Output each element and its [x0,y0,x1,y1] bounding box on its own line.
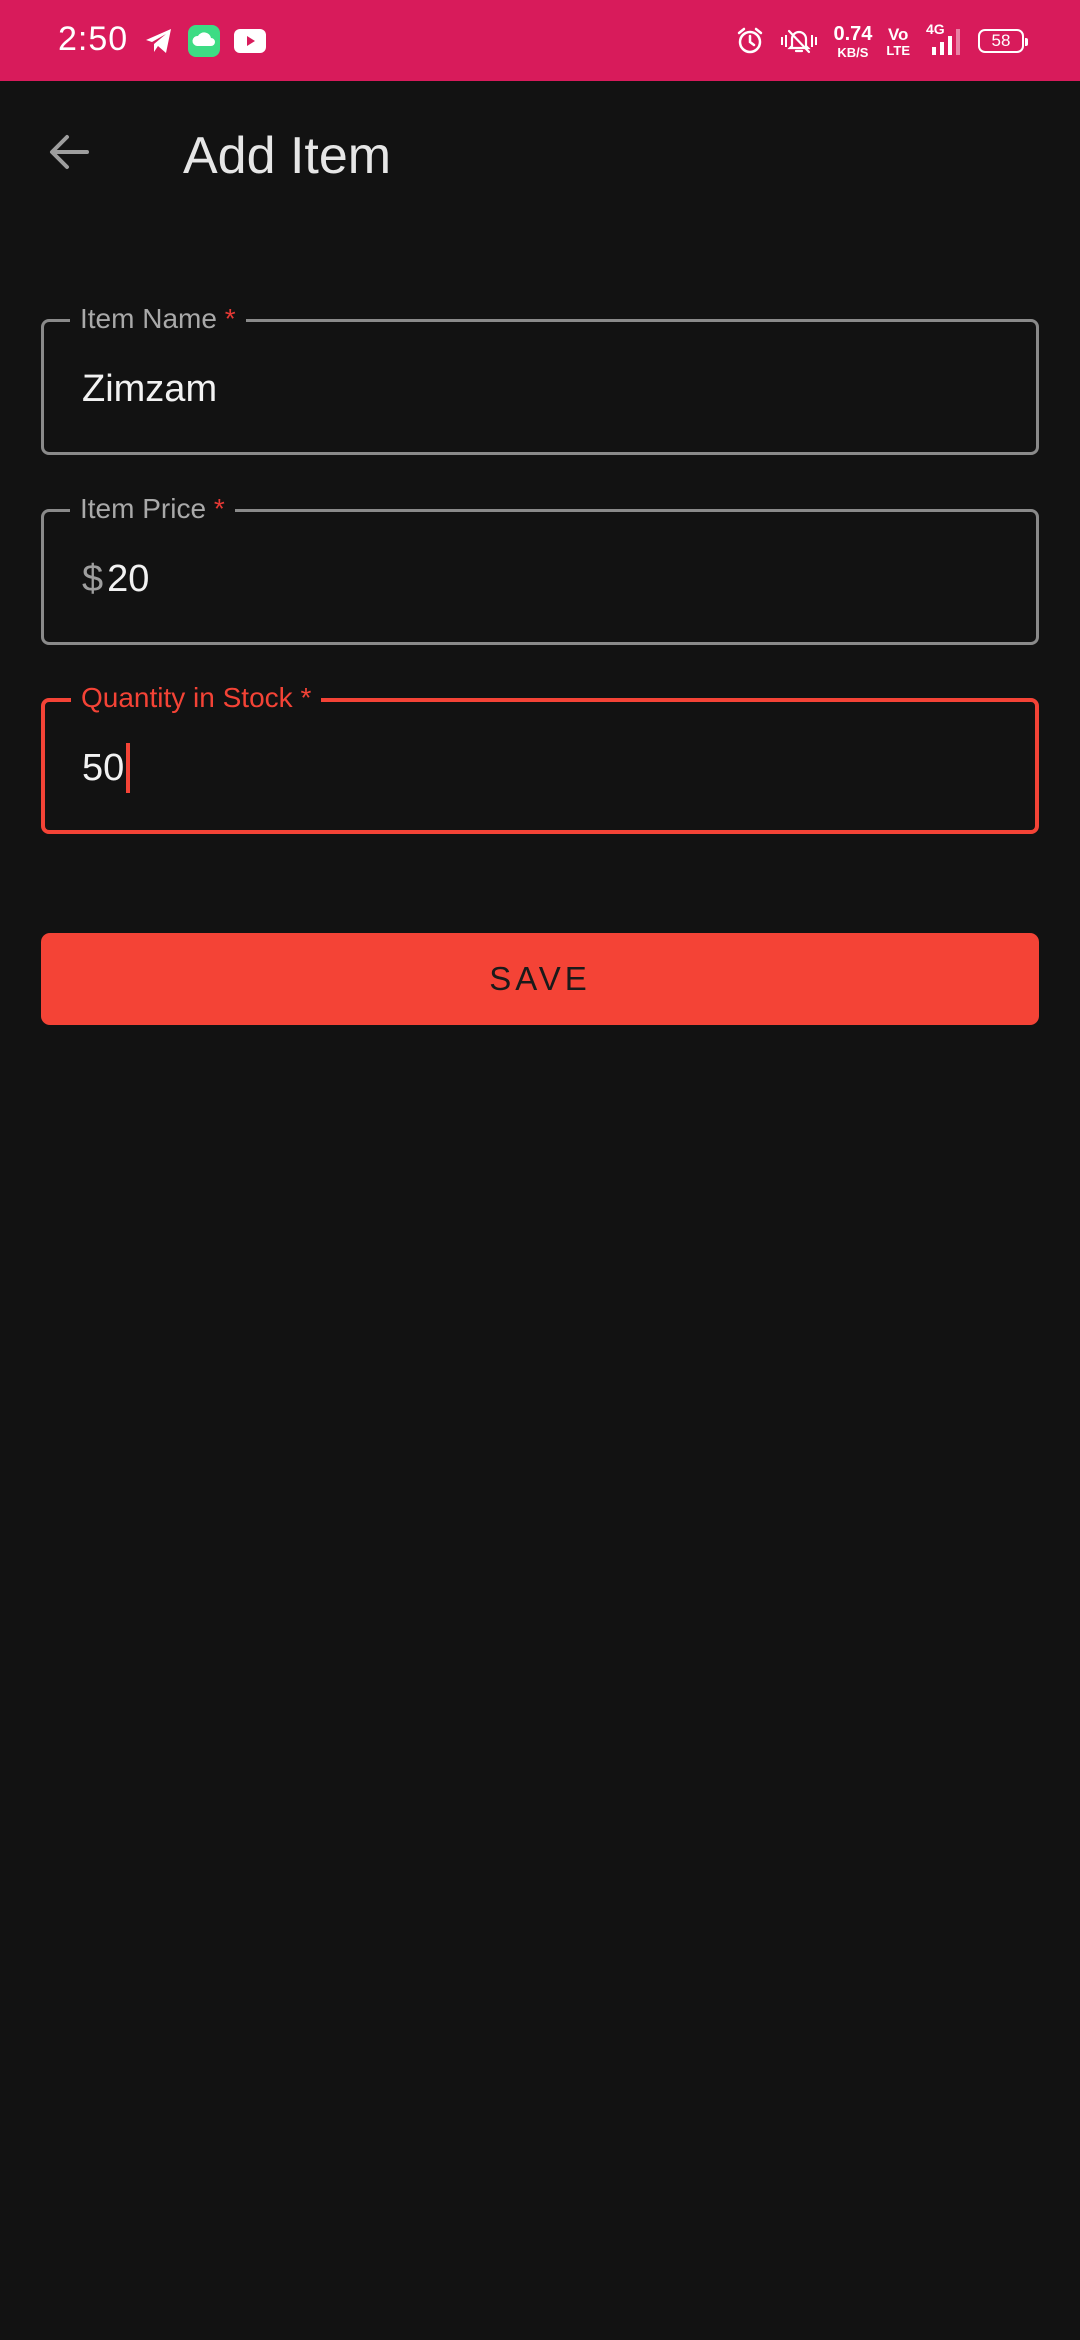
network-type: 4G [926,21,945,37]
signal-icon: 4G [924,21,964,57]
item-price-required-mark: * [213,493,225,524]
item-price-label-text: Item Price [80,493,207,524]
net-speed-value: 0.74 [833,22,873,45]
save-button[interactable]: SAVE [41,933,1039,1025]
currency-prefix: $ [82,558,104,600]
status-bar: 2:50 0.74 KB/S Vo LTE 4G 58 [0,0,1080,81]
page-title: Add Item [183,127,392,185]
telegram-icon [144,27,174,55]
item-name-field[interactable]: Item Name * Zimzam [41,300,1039,455]
notification-icons [144,22,266,60]
vibrate-mute-icon [779,26,819,56]
item-price-input[interactable]: 20 [107,554,149,604]
arrow-left-icon [47,130,91,174]
item-price-value[interactable]: $ 20 [82,554,149,604]
item-name-label: Item Name * [70,300,246,338]
item-name-label-text: Item Name [80,303,217,334]
battery-level: 58 [991,31,1011,50]
net-speed-unit: KB/S [837,44,869,60]
youtube-icon [234,29,266,53]
item-name-input[interactable]: Zimzam [82,364,217,414]
quantity-input[interactable]: 50 [82,743,124,793]
volte-indicator: Vo LTE [886,26,910,57]
battery-icon: 58 [978,29,1028,53]
status-time: 2:50 [58,20,129,58]
alarm-icon [735,26,765,56]
quantity-value[interactable]: 50 [82,743,131,793]
quantity-required-mark: * [300,682,312,713]
quantity-in-stock-field[interactable]: Quantity in Stock * 50 [41,679,1039,834]
net-speed: 0.74 KB/S [833,24,872,59]
quantity-label-text: Quantity in Stock [81,682,293,713]
item-price-field[interactable]: Item Price * $ 20 [41,490,1039,645]
quantity-label: Quantity in Stock * [71,679,322,717]
volte-top: Vo [887,24,909,44]
text-cursor [126,743,131,793]
cloud-app-icon [188,25,220,57]
item-price-label: Item Price * [70,490,235,528]
item-name-value[interactable]: Zimzam [82,364,217,414]
volte-bottom: LTE [886,42,910,58]
status-indicators: 0.74 KB/S Vo LTE 4G 58 [735,18,1028,64]
back-button[interactable] [36,119,102,185]
item-name-required-mark: * [224,303,236,334]
app-bar: Add Item [0,81,1080,229]
